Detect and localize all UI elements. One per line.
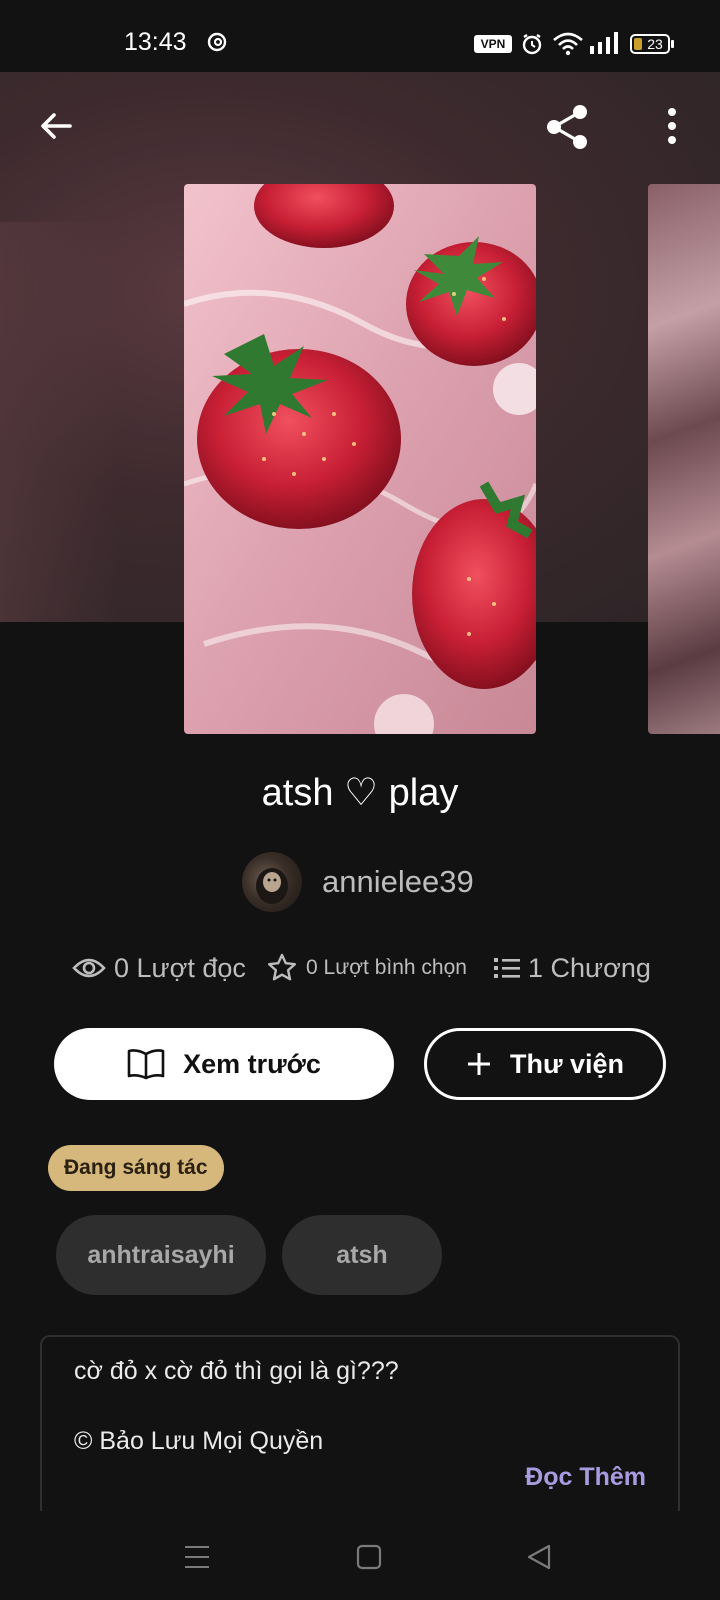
- parts-stat: 1 Chương: [494, 948, 651, 988]
- parts-count: 1 Chương: [528, 952, 651, 983]
- add-to-library-button[interactable]: Thư viện: [424, 1028, 666, 1100]
- story-title: atsh ♡ play: [261, 772, 459, 814]
- preview-button[interactable]: Xem trước: [54, 1028, 394, 1100]
- author-avatar[interactable]: [242, 852, 302, 912]
- more-vertical-icon[interactable]: [650, 104, 694, 148]
- library-label: Thư viện: [509, 1048, 625, 1079]
- threads-icon: [207, 32, 227, 52]
- tag-chip[interactable]: anhtraisayhi: [56, 1215, 266, 1295]
- author-row[interactable]: annielee39: [0, 852, 720, 912]
- share-icon[interactable]: [542, 102, 592, 152]
- plus-icon: [467, 1053, 490, 1075]
- battery-icon: 23: [630, 34, 670, 54]
- votes-stat: 0 Lượt bình chọn: [266, 948, 467, 988]
- list-icon: [494, 958, 520, 978]
- votes-count: 0 Lượt bình chọn: [306, 956, 467, 979]
- status-time: 13:43: [124, 28, 187, 56]
- back-arrow-icon[interactable]: [34, 104, 78, 148]
- star-icon: [268, 953, 296, 981]
- home-icon[interactable]: [356, 1544, 382, 1570]
- story-cover-image[interactable]: [184, 184, 536, 734]
- backdrop-blur: [0, 222, 120, 622]
- battery-level: 23: [647, 36, 663, 52]
- description-box: cờ đỏ x cờ đỏ thì gọi là gì??? © Bảo Lưu…: [40, 1335, 680, 1511]
- preview-label: Xem trước: [183, 1048, 321, 1079]
- description-text: cờ đỏ x cờ đỏ thì gọi là gì???: [74, 1357, 399, 1385]
- reads-stat: 0 Lượt đọc: [72, 948, 246, 988]
- tag-chip[interactable]: atsh: [282, 1215, 442, 1295]
- nav-back-icon[interactable]: [526, 1544, 552, 1570]
- alarm-icon: [522, 34, 542, 55]
- copyright-text: © Bảo Lưu Mọi Quyền: [74, 1427, 324, 1455]
- recent-apps-icon[interactable]: [184, 1544, 210, 1570]
- system-nav-bar: [0, 1512, 720, 1600]
- signal-icon: [590, 32, 618, 54]
- eye-icon: [72, 958, 106, 978]
- status-badge: Đang sáng tác: [48, 1145, 224, 1191]
- book-icon: [127, 1049, 165, 1080]
- read-more-link[interactable]: Đọc Thêm: [525, 1463, 646, 1492]
- author-name[interactable]: annielee39: [322, 864, 474, 900]
- wifi-icon: [553, 32, 583, 56]
- reads-count: 0 Lượt đọc: [114, 952, 246, 983]
- next-cover-image[interactable]: [648, 184, 720, 734]
- vpn-badge: VPN: [474, 35, 512, 53]
- status-bar: 13:43 VPN 23: [0, 0, 720, 72]
- story-stats: 0 Lượt đọc 0 Lượt bình chọn 1 Chương: [0, 948, 720, 988]
